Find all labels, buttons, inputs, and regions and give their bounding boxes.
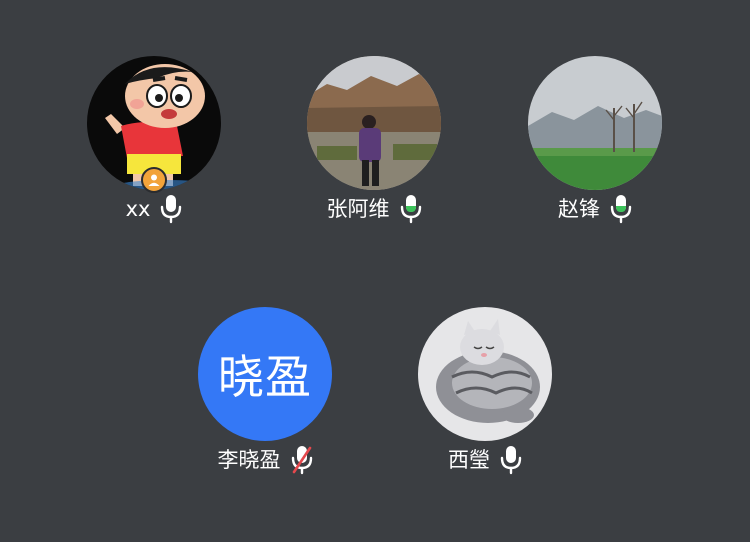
landscape-photo bbox=[528, 56, 662, 190]
participant-tile-xiying[interactable]: 西瑩 bbox=[375, 307, 595, 487]
participant-tile-zhangawei[interactable]: 张阿维 bbox=[264, 56, 484, 236]
participant-label: 西瑩 bbox=[375, 445, 595, 475]
participant-name: 赵锋 bbox=[558, 197, 600, 221]
microphone-icon[interactable] bbox=[500, 445, 522, 475]
microphone-icon[interactable] bbox=[160, 194, 182, 224]
participant-label: xx bbox=[44, 194, 264, 224]
person-photo bbox=[307, 56, 441, 190]
avatar[interactable] bbox=[528, 56, 662, 190]
participant-tile-zhaofeng[interactable]: 赵锋 bbox=[485, 56, 705, 236]
avatar[interactable]: 晓盈 bbox=[198, 307, 332, 441]
participant-tile-xx[interactable]: xx bbox=[44, 56, 264, 236]
participant-name: xx bbox=[125, 197, 151, 221]
microphone-active-icon[interactable] bbox=[400, 194, 422, 224]
avatar[interactable] bbox=[418, 307, 552, 441]
participant-name: 张阿维 bbox=[326, 197, 390, 221]
participant-label: 李晓盈 bbox=[155, 445, 375, 475]
participant-label: 赵锋 bbox=[485, 194, 705, 224]
participant-tile-lixiaoying[interactable]: 晓盈 李晓盈 bbox=[155, 307, 375, 487]
participant-name: 西瑩 bbox=[448, 448, 490, 472]
microphone-active-icon[interactable] bbox=[610, 194, 632, 224]
host-badge-icon bbox=[141, 167, 167, 193]
participant-label: 张阿维 bbox=[264, 194, 484, 224]
cat-photo bbox=[418, 307, 552, 441]
avatar-initials: 晓盈 bbox=[218, 350, 312, 404]
participant-name: 李晓盈 bbox=[217, 448, 281, 472]
microphone-muted-icon[interactable] bbox=[291, 445, 313, 475]
avatar[interactable] bbox=[307, 56, 441, 190]
